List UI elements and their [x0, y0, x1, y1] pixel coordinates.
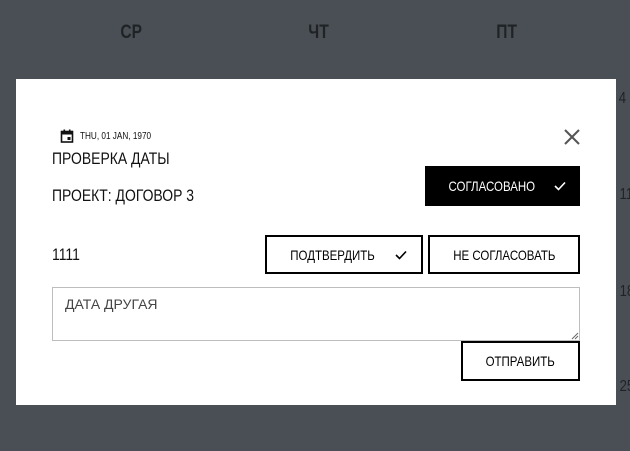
project-label: ПРОЕКТ: ДОГОВОР 3 [52, 186, 225, 206]
modal-title: ПРОВЕРКА ДАТЫ [52, 149, 195, 169]
value-text-content: 1111 [52, 245, 80, 264]
calendar-day: 18 [619, 283, 630, 300]
check-icon [554, 181, 566, 191]
calendar-day: 4 [618, 90, 627, 107]
weekday-header-fri: ПТ [496, 22, 517, 43]
weekday-header-wed: СР [120, 22, 143, 43]
reject-button[interactable]: НЕ СОГЛАСОВАТЬ [428, 235, 580, 274]
date-row: THU, 01 JAN, 1970 [60, 129, 167, 143]
close-icon [564, 129, 580, 145]
close-button[interactable] [562, 127, 582, 147]
calendar-day: 25 [619, 378, 630, 395]
confirm-label: ПОДТВЕРДИТЬ [290, 246, 376, 263]
resize-handle-icon[interactable] [571, 332, 579, 340]
weekday-header-thu: ЧТ [308, 22, 329, 43]
date-label: THU, 01 JAN, 1970 [80, 130, 152, 142]
approved-label: СОГЛАСОВАНО [448, 178, 535, 194]
approved-status-button[interactable]: СОГЛАСОВАНО [425, 166, 580, 206]
value-text: 1111 [52, 245, 86, 265]
send-button[interactable]: ОТПРАВИТЬ [461, 341, 580, 381]
modal-title-text: ПРОВЕРКА ДАТЫ [52, 149, 170, 168]
date-check-modal: THU, 01 JAN, 1970 ПРОВЕРКА ДАТЫ ПРОЕКТ: … [16, 79, 616, 405]
check-icon [394, 250, 407, 260]
comment-textarea[interactable] [52, 287, 580, 341]
project-label-text: ПРОЕКТ: ДОГОВОР 3 [52, 186, 195, 205]
confirm-button[interactable]: ПОДТВЕРДИТЬ [265, 235, 423, 274]
reject-label: НЕ СОГЛАСОВАТЬ [452, 246, 556, 263]
calendar-day: 11 [619, 186, 630, 203]
calendar-icon [60, 129, 74, 143]
send-label: ОТПРАВИТЬ [485, 353, 556, 369]
